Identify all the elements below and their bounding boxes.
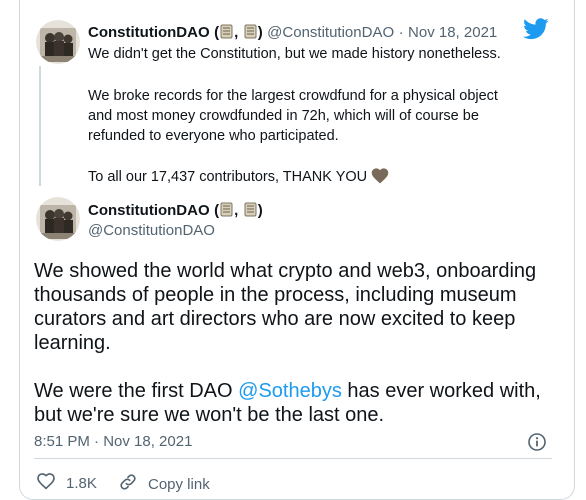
author-name[interactable]: ConstitutionDAO	[88, 202, 210, 219]
tweet-text-line: We were the first DAO @Sothebys has ever…	[34, 379, 541, 403]
scroll-emoji-icon	[220, 202, 233, 217]
scroll-emoji-icon	[220, 24, 233, 39]
text-segment: has ever worked with,	[341, 380, 541, 402]
tweet-text-line: We showed the world what crypto and web3…	[34, 260, 537, 282]
name-paren: )	[257, 202, 263, 219]
tweet-text-line: refunded to everyone who participated.	[88, 128, 339, 144]
heart-icon	[36, 472, 56, 494]
author-handle[interactable]: @ConstitutionDAO	[267, 24, 394, 41]
quoted-tweet-header: ConstitutionDAO (, ) @ConstitutionDAO · …	[88, 24, 497, 42]
date-separator: ·	[398, 24, 404, 41]
tweet-date[interactable]: Nov 18, 2021	[408, 24, 497, 41]
tweet-text-line: We broke records for the largest crowdfu…	[88, 88, 498, 104]
name-separator: ,	[234, 202, 239, 219]
like-count: 1.8K	[66, 474, 97, 492]
tweet-text-line: and most money crowdfunded in 72h, which…	[88, 108, 479, 124]
tweet-text-line: curators and art directors who are now e…	[34, 308, 516, 330]
mention-link[interactable]: @Sothebys	[238, 380, 342, 402]
copy-link-button[interactable]: Copy link	[118, 472, 210, 496]
name-paren: (	[214, 24, 220, 41]
author-handle[interactable]: @ConstitutionDAO	[88, 222, 215, 239]
like-button[interactable]: 1.8K	[36, 472, 97, 494]
name-separator: ,	[234, 24, 239, 41]
link-icon	[118, 472, 138, 496]
scroll-emoji-icon	[244, 202, 257, 217]
name-paren: )	[257, 24, 263, 41]
tweet-timestamp[interactable]: 8:51 PM · Nov 18, 2021	[34, 433, 192, 450]
avatar[interactable]	[36, 20, 80, 64]
tweet-text-line: learning.	[34, 332, 111, 354]
author-name[interactable]: ConstitutionDAO	[88, 24, 210, 41]
thank-you-text: To all our 17,437 contributors, THANK YO…	[88, 169, 368, 185]
divider	[34, 458, 552, 459]
info-icon[interactable]	[527, 432, 547, 457]
tweet-text-line: We didn't get the Constitution, but we m…	[88, 46, 501, 62]
copy-link-label: Copy link	[148, 475, 210, 493]
tweet-text-line: To all our 17,437 contributors, THANK YO…	[88, 167, 389, 188]
avatar-image	[36, 20, 80, 64]
scroll-emoji-icon	[244, 24, 257, 39]
text-segment: We were the first DAO	[34, 380, 239, 402]
avatar[interactable]	[36, 197, 80, 241]
name-paren: (	[214, 202, 220, 219]
brown-heart-icon	[371, 167, 389, 188]
main-tweet-header: ConstitutionDAO (, )	[88, 202, 263, 220]
avatar-image	[36, 197, 80, 241]
thread-connector	[39, 66, 41, 186]
tweet-text-line: thousands of people in the process, incl…	[34, 284, 517, 306]
twitter-bird-icon[interactable]	[523, 18, 549, 45]
tweet-text-line: but we're sure we won't be the last one.	[34, 404, 385, 426]
